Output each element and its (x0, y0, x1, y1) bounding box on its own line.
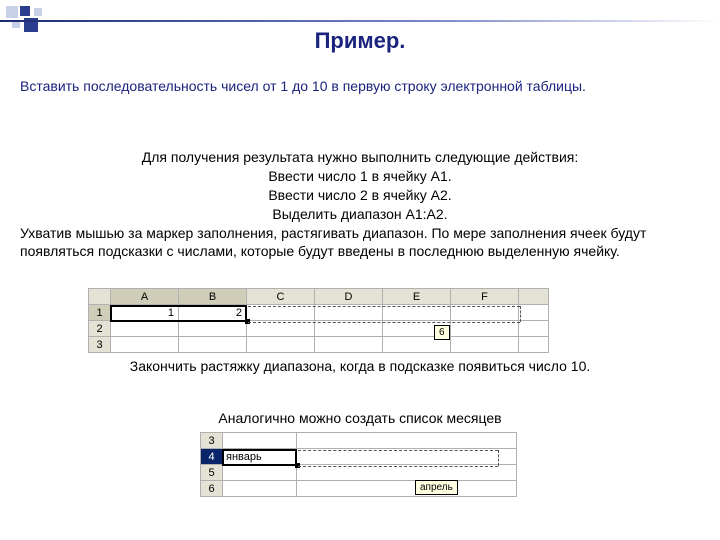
cell[interactable] (297, 481, 517, 497)
cell[interactable] (223, 481, 297, 497)
cell[interactable] (111, 321, 179, 337)
cell[interactable] (223, 465, 297, 481)
drag-outline (298, 466, 498, 467)
cell[interactable] (519, 321, 549, 337)
cell[interactable] (315, 337, 383, 353)
fill-tooltip: 6 (434, 325, 450, 340)
cell[interactable] (451, 337, 519, 353)
post-sheet2-text: Аналогично можно создать список месяцев (0, 410, 720, 426)
cell-a1[interactable]: 1 (111, 305, 179, 321)
col-header: D (315, 289, 383, 305)
page-title: Пример. (0, 28, 720, 54)
spreadsheet-example-2: 3 4 январь 5 6 апрель (200, 432, 530, 497)
intro-text: Вставить последовательность чисел от 1 д… (20, 78, 700, 94)
col-header: F (451, 289, 519, 305)
header-divider (0, 20, 720, 22)
cell[interactable] (519, 305, 549, 321)
cell[interactable] (519, 337, 549, 353)
col-header: C (247, 289, 315, 305)
row-header: 2 (89, 321, 111, 337)
drag-outline (248, 306, 520, 307)
row-header: 3 (89, 337, 111, 353)
col-header: B (179, 289, 247, 305)
spreadsheet-grid: 3 4 январь 5 6 (200, 432, 517, 497)
cell-b1[interactable]: 2 (179, 305, 247, 321)
cell[interactable] (179, 321, 247, 337)
instruction-line: Ухватив мышью за маркер заполнения, раст… (20, 224, 700, 262)
post-sheet1-text: Закончить растяжку диапазона, когда в по… (0, 358, 720, 374)
cell[interactable] (247, 337, 315, 353)
corner-cell (89, 289, 111, 305)
cell[interactable] (297, 433, 517, 449)
row-header: 5 (201, 465, 223, 481)
instructions-block: Для получения результата нужно выполнить… (20, 148, 700, 261)
col-header: E (383, 289, 451, 305)
cell[interactable] (223, 433, 297, 449)
cell[interactable] (179, 337, 247, 353)
fill-tooltip: апрель (415, 480, 458, 495)
row-header: 6 (201, 481, 223, 497)
instruction-line: Ввести число 2 в ячейку А2. (20, 186, 700, 205)
spreadsheet-grid: A B C D E F 1 1 2 2 (88, 288, 549, 353)
spreadsheet-example-1: A B C D E F 1 1 2 2 (88, 288, 628, 353)
instruction-line: Для получения результата нужно выполнить… (20, 148, 700, 167)
drag-outline (520, 306, 521, 322)
row-header: 3 (201, 433, 223, 449)
cell-a4[interactable]: январь (223, 449, 297, 465)
drag-outline (498, 450, 499, 466)
row-header: 1 (89, 305, 111, 321)
instruction-line: Ввести число 1 в ячейку А1. (20, 167, 700, 186)
instruction-line: Выделить диапазон А1:А2. (20, 205, 700, 224)
drag-outline (298, 450, 498, 451)
cell[interactable] (111, 337, 179, 353)
drag-outline (248, 322, 520, 323)
row-header: 4 (201, 449, 223, 465)
col-header: A (111, 289, 179, 305)
col-header (519, 289, 549, 305)
